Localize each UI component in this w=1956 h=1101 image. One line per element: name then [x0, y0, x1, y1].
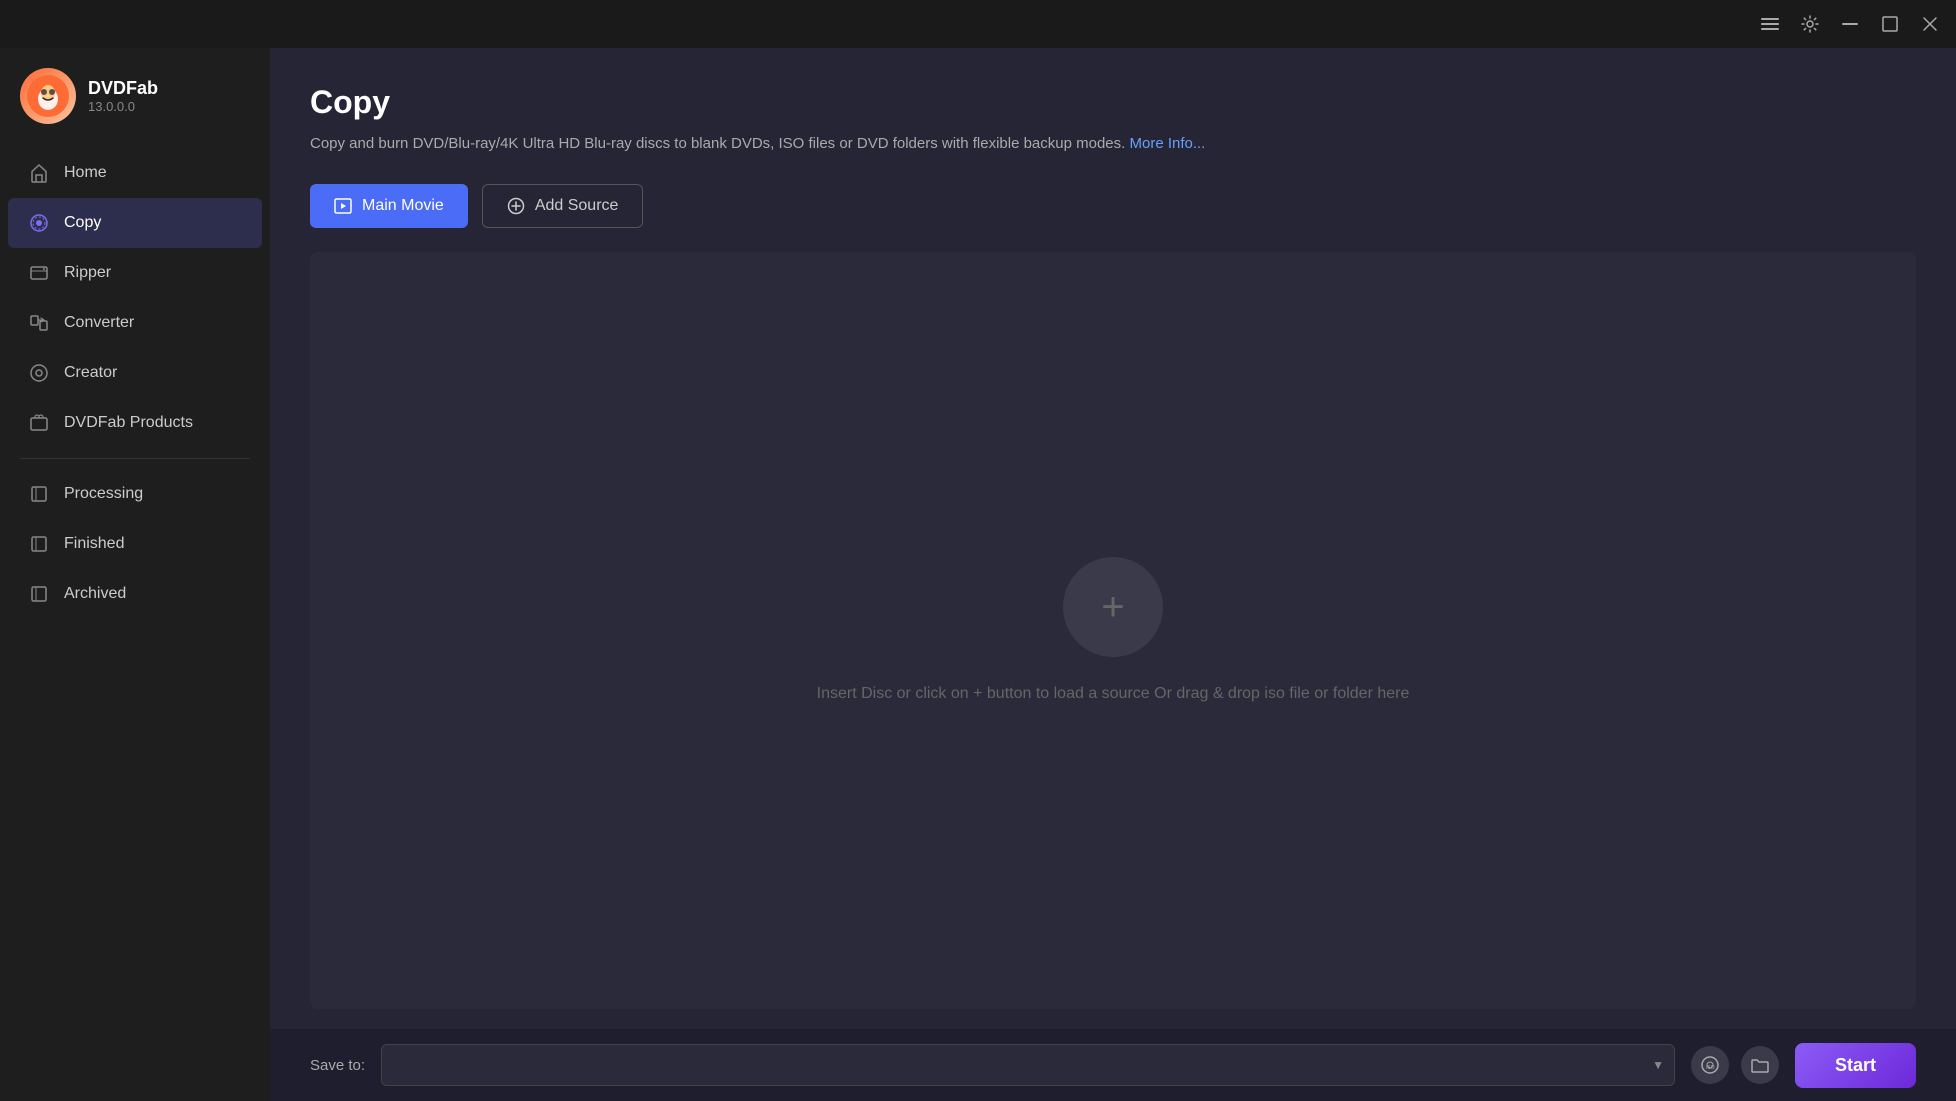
- svg-text:ISO: ISO: [1706, 1065, 1715, 1071]
- sidebar: DVDFab 13.0.0.0 Home: [0, 48, 270, 1101]
- sidebar-item-converter[interactable]: Converter: [8, 298, 262, 348]
- main-movie-label: Main Movie: [362, 197, 444, 215]
- sidebar-item-home-label: Home: [64, 164, 107, 182]
- home-icon: [28, 162, 50, 184]
- settings-icon[interactable]: [1800, 14, 1820, 34]
- sidebar-item-dvdfab-products[interactable]: DVDFab Products: [8, 398, 262, 448]
- sidebar-item-ripper-label: Ripper: [64, 264, 111, 282]
- sidebar-item-processing[interactable]: Processing: [8, 469, 262, 519]
- add-source-button[interactable]: Add Source: [482, 184, 644, 228]
- sidebar-item-home[interactable]: Home: [8, 148, 262, 198]
- drop-zone[interactable]: + Insert Disc or click on + button to lo…: [310, 252, 1916, 1010]
- add-source-circle[interactable]: +: [1063, 557, 1163, 657]
- nav-separator: [20, 458, 250, 459]
- main-movie-button[interactable]: Main Movie: [310, 184, 468, 228]
- sidebar-item-copy-label: Copy: [64, 214, 101, 232]
- start-button[interactable]: Start: [1795, 1043, 1916, 1088]
- processing-icon: [28, 483, 50, 505]
- sidebar-item-converter-label: Converter: [64, 314, 134, 332]
- sidebar-item-finished[interactable]: Finished: [8, 519, 262, 569]
- iso-icon-button[interactable]: ISO: [1691, 1046, 1729, 1084]
- app-container: DVDFab 13.0.0.0 Home: [0, 48, 1956, 1101]
- logo-version: 13.0.0.0: [88, 99, 158, 114]
- save-to-input[interactable]: ▼: [381, 1044, 1675, 1086]
- close-icon[interactable]: [1920, 14, 1940, 34]
- add-source-label: Add Source: [535, 197, 619, 215]
- page-description: Copy and burn DVD/Blu-ray/4K Ultra HD Bl…: [310, 133, 1916, 156]
- toolbar: Main Movie Add Source: [310, 184, 1916, 228]
- archived-icon: [28, 583, 50, 605]
- plus-icon: +: [1101, 587, 1124, 627]
- menu-icon[interactable]: [1760, 14, 1780, 34]
- sidebar-item-processing-label: Processing: [64, 485, 143, 503]
- page-title: Copy: [310, 84, 1916, 121]
- logo-area: DVDFab 13.0.0.0: [0, 58, 270, 148]
- converter-icon: [28, 312, 50, 334]
- minimize-icon[interactable]: [1840, 14, 1860, 34]
- products-icon: [28, 412, 50, 434]
- copy-icon: [28, 212, 50, 234]
- logo-text: DVDFab 13.0.0.0: [88, 78, 158, 114]
- sidebar-item-creator-label: Creator: [64, 364, 117, 382]
- sidebar-item-copy[interactable]: Copy: [8, 198, 262, 248]
- finished-icon: [28, 533, 50, 555]
- ripper-icon: [28, 262, 50, 284]
- drop-zone-text: Insert Disc or click on + button to load…: [817, 685, 1410, 703]
- logo-name: DVDFab: [88, 78, 158, 99]
- bottom-bar: Save to: ▼ ISO Sta: [270, 1029, 1956, 1101]
- logo-avatar: [20, 68, 76, 124]
- sidebar-item-archived-label: Archived: [64, 585, 126, 603]
- title-bar: [0, 0, 1956, 48]
- sidebar-item-dvdfab-products-label: DVDFab Products: [64, 414, 193, 432]
- sidebar-item-archived[interactable]: Archived: [8, 569, 262, 619]
- save-to-dropdown-icon[interactable]: ▼: [1652, 1058, 1664, 1072]
- creator-icon: [28, 362, 50, 384]
- sidebar-item-creator[interactable]: Creator: [8, 348, 262, 398]
- content-area: Copy Copy and burn DVD/Blu-ray/4K Ultra …: [270, 48, 1956, 1029]
- nav-items: Home Copy: [0, 148, 270, 1101]
- folder-icon-button[interactable]: [1741, 1046, 1779, 1084]
- maximize-icon[interactable]: [1880, 14, 1900, 34]
- sidebar-item-finished-label: Finished: [64, 535, 124, 553]
- sidebar-item-ripper[interactable]: Ripper: [8, 248, 262, 298]
- main-content: Copy Copy and burn DVD/Blu-ray/4K Ultra …: [270, 48, 1956, 1101]
- more-info-link[interactable]: More Info...: [1129, 135, 1205, 152]
- window-controls: [1760, 14, 1940, 34]
- bottom-icons: ISO: [1691, 1046, 1779, 1084]
- save-to-label: Save to:: [310, 1057, 365, 1074]
